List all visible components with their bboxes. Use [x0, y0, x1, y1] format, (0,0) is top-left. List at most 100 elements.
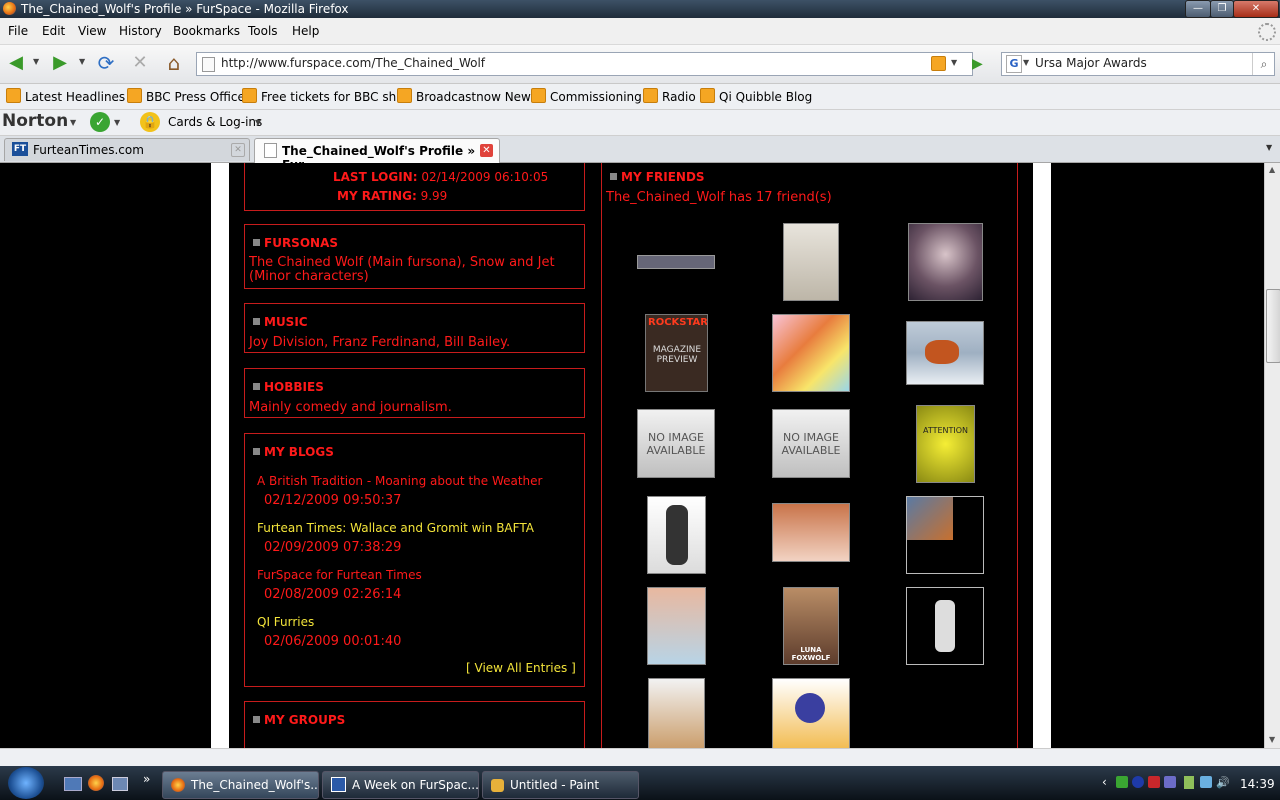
blog-entry-link[interactable]: QI Furries — [257, 615, 314, 629]
lock-icon: 🔒 — [140, 112, 160, 132]
menu-view[interactable]: View — [78, 24, 106, 38]
friend-thumbnail[interactable]: NO IMAGE AVAILABLE — [772, 409, 850, 478]
friend-thumbnail[interactable]: ROCKSTAR MAGAZINE PREVIEW — [645, 314, 708, 392]
cards-logins-button[interactable]: Cards & Log-ins — [168, 115, 262, 129]
norton-dropdown-icon[interactable]: ▼ — [70, 118, 76, 127]
menu-edit[interactable]: Edit — [42, 24, 65, 38]
url-dropdown-icon[interactable]: ▼ — [951, 58, 957, 67]
view-all-entries-link[interactable]: [ View All Entries ] — [466, 661, 576, 675]
go-icon[interactable]: ▶ — [972, 56, 983, 72]
blog-entry-link[interactable]: A British Tradition - Moaning about the … — [257, 474, 542, 488]
friend-thumbnail[interactable] — [783, 223, 839, 301]
friend-thumbnail[interactable] — [908, 223, 983, 301]
friend-thumbnail[interactable] — [772, 314, 850, 392]
bookmark-item[interactable]: Radio — [643, 88, 696, 104]
tab-furteantimes[interactable]: FT FurteanTimes.com ✕ — [4, 138, 250, 161]
music-title: MUSIC — [253, 315, 308, 329]
stop-icon[interactable]: ✕ — [128, 51, 152, 75]
taskbar-item-firefox[interactable]: The_Chained_Wolf's... — [162, 771, 319, 799]
friend-thumbnail[interactable] — [906, 587, 984, 665]
firefox-icon[interactable] — [88, 775, 104, 791]
fursonas-title: FURSONAS — [253, 236, 338, 250]
vertical-scrollbar[interactable]: ▲ ▼ — [1264, 163, 1280, 748]
network-icon[interactable] — [1200, 776, 1212, 788]
blog-entry-link[interactable]: Furtean Times: Wallace and Gromit win BA… — [257, 521, 534, 535]
maximize-button[interactable]: ❐ — [1210, 0, 1234, 18]
menu-bookmarks[interactable]: Bookmarks — [173, 24, 240, 38]
check-icon[interactable]: ✓ — [90, 112, 110, 132]
friend-thumbnail[interactable]: ATTENTION — [916, 405, 975, 483]
navigation-toolbar: ◀ ▼ ▶ ▼ ⟳ ✕ ⌂ http://www.furspace.com/Th… — [0, 45, 1280, 84]
friend-thumbnail[interactable] — [647, 496, 706, 574]
title-bar: The_Chained_Wolf's Profile » FurSpace - … — [0, 0, 1280, 18]
reload-icon[interactable]: ⟳ — [94, 51, 118, 75]
norton-logo[interactable]: Norton — [2, 111, 68, 131]
blog-entry-link[interactable]: FurSpace for Furtean Times — [257, 568, 422, 582]
home-icon[interactable]: ⌂ — [162, 51, 186, 75]
battery-icon[interactable] — [1184, 776, 1194, 789]
bookmark-item[interactable]: Free tickets for BBC sh... — [242, 88, 408, 104]
tray-icon[interactable] — [1148, 776, 1160, 788]
friend-thumbnail[interactable] — [772, 678, 850, 748]
menu-file[interactable]: File — [8, 24, 28, 38]
tab-close-icon[interactable]: ✕ — [480, 144, 493, 157]
friend-thumbnail[interactable] — [648, 678, 705, 748]
rss-feed-icon[interactable] — [931, 56, 946, 71]
menu-history[interactable]: History — [119, 24, 162, 38]
friend-thumbnail[interactable] — [647, 587, 706, 665]
search-icon[interactable]: ⌕ — [1252, 53, 1275, 75]
switch-windows-icon[interactable] — [112, 777, 128, 791]
url-input[interactable]: http://www.furspace.com/The_Chained_Wolf — [221, 56, 485, 70]
menu-tools[interactable]: Tools — [248, 24, 278, 38]
tab-close-icon[interactable]: ✕ — [231, 143, 245, 157]
tab-profile[interactable]: The_Chained_Wolf's Profile » Fur... ✕ — [254, 138, 500, 172]
music-text: Joy Division, Franz Ferdinand, Bill Bail… — [249, 335, 511, 350]
rss-feed-icon — [397, 88, 412, 103]
friend-thumbnail[interactable] — [906, 321, 984, 385]
friend-thumbnail[interactable] — [772, 503, 850, 562]
friend-thumbnail[interactable] — [906, 496, 984, 574]
check-dropdown-icon[interactable]: ▼ — [114, 118, 120, 127]
tray-icon[interactable] — [1164, 776, 1176, 788]
taskbar-item-paint[interactable]: Untitled - Paint — [482, 771, 639, 799]
bookmark-item[interactable]: Latest Headlines — [6, 88, 125, 104]
tray-icon[interactable] — [1132, 776, 1144, 788]
quicklaunch-more-icon[interactable]: » — [143, 772, 150, 786]
scroll-thumb[interactable] — [1266, 289, 1280, 363]
menu-help[interactable]: Help — [292, 24, 319, 38]
friend-thumbnail[interactable]: NO IMAGE AVAILABLE — [637, 409, 715, 478]
forward-dropdown-icon[interactable]: ▼ — [79, 57, 85, 66]
back-dropdown-icon[interactable]: ▼ — [33, 57, 39, 66]
scroll-up-icon[interactable]: ▲ — [1269, 165, 1275, 174]
norton-tray-icon[interactable] — [1116, 776, 1128, 788]
google-icon[interactable]: G — [1006, 55, 1022, 73]
firefox-icon — [3, 2, 16, 15]
hobbies-text: Mainly comedy and journalism. — [249, 400, 452, 415]
bookmark-item[interactable]: Broadcastnow News — [397, 88, 537, 104]
show-desktop-icon[interactable] — [64, 777, 82, 791]
tab-bar: FT FurteanTimes.com ✕ The_Chained_Wolf's… — [0, 136, 1280, 172]
forward-icon[interactable]: ▶ — [48, 51, 72, 75]
friend-thumbnail[interactable] — [637, 255, 715, 269]
start-button[interactable] — [8, 767, 44, 799]
rss-feed-icon — [6, 88, 21, 103]
close-button[interactable]: ✕ — [1233, 0, 1279, 18]
scroll-down-icon[interactable]: ▼ — [1269, 735, 1275, 744]
tab-list-icon[interactable]: ▼ — [1266, 143, 1272, 152]
bookmark-item[interactable]: Commissioning — [531, 88, 642, 104]
search-bar[interactable]: G ▼ Ursa Major Awards ⌕ — [1001, 52, 1275, 76]
volume-icon[interactable]: 🔊 — [1216, 776, 1230, 789]
back-icon[interactable]: ◀ — [4, 51, 28, 75]
tray-expand-icon[interactable]: ‹ — [1102, 775, 1107, 789]
clock[interactable]: 14:39 — [1240, 777, 1275, 791]
bookmark-item[interactable]: Qi Quibble Blog — [700, 88, 812, 104]
bookmark-item[interactable]: BBC Press Office — [127, 88, 245, 104]
friend-thumbnail[interactable]: LUNA FOXWOLF — [783, 587, 839, 665]
url-bar[interactable]: http://www.furspace.com/The_Chained_Wolf… — [196, 52, 973, 76]
cards-dropdown-icon[interactable]: ▼ — [255, 118, 261, 127]
search-input[interactable]: Ursa Major Awards — [1035, 56, 1147, 70]
fursonas-box: FURSONAS The Chained Wolf (Main fursona)… — [244, 224, 585, 289]
minimize-button[interactable]: — — [1185, 0, 1211, 18]
taskbar-item-word[interactable]: A Week on FurSpac... — [322, 771, 479, 799]
engine-dropdown-icon[interactable]: ▼ — [1023, 58, 1029, 67]
